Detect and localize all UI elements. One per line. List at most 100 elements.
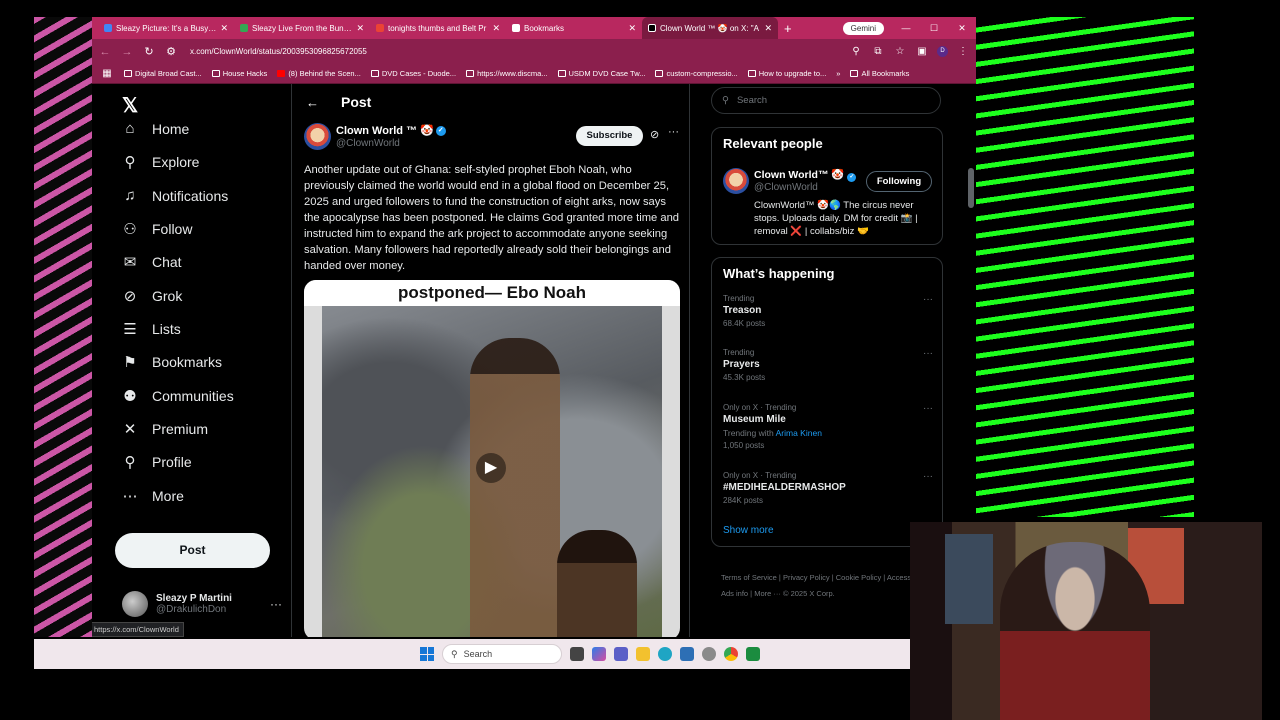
youtube-icon <box>277 70 286 77</box>
bookmark-item[interactable]: Digital Broad Cast... <box>124 69 202 78</box>
address-bar: ← → ↻ ⚙ x.com/ClownWorld/status/20039530… <box>92 39 976 64</box>
more-icon[interactable]: ··· <box>270 597 282 611</box>
store-icon[interactable] <box>680 647 694 661</box>
bookmark-item[interactable]: House Hacks <box>211 69 267 78</box>
zoom-icon[interactable]: ⚲ <box>849 46 863 57</box>
tweet-author-name[interactable]: Clown World ™ 🤡 ✓ <box>336 124 446 137</box>
subscribe-button[interactable]: Subscribe <box>576 126 643 146</box>
scrollbar[interactable] <box>968 168 974 208</box>
nav-item-notifications[interactable]: ♫ Notifications <box>122 187 228 204</box>
folder-icon <box>124 70 132 77</box>
close-tab-icon[interactable]: ✕ <box>492 23 500 34</box>
profile-avatar[interactable]: D <box>937 46 948 57</box>
search-input[interactable]: ⚲ Search <box>711 87 941 114</box>
close-tab-icon[interactable]: ✕ <box>356 23 364 34</box>
tweet-video[interactable]: postponed— Ebo Noah ▶ <box>304 280 680 637</box>
edge-icon[interactable] <box>658 647 672 661</box>
nav-item-more[interactable]: ⋯ More <box>122 487 184 505</box>
nav-item-communities[interactable]: ⚉ Communities <box>122 387 233 405</box>
avatar <box>122 591 148 617</box>
bookmark-item[interactable]: How to upgrade to... <box>747 69 826 78</box>
star-icon[interactable]: ☆ <box>893 46 907 57</box>
nav-item-home[interactable]: ⌂ Home <box>122 120 189 137</box>
avatar[interactable] <box>304 123 331 150</box>
nav-item-profile[interactable]: ⚲ Profile <box>122 453 192 471</box>
bookmark-item[interactable]: USDM DVD Case Tw... <box>557 69 645 78</box>
more-icon[interactable]: ··· <box>923 471 933 482</box>
trend-with-link[interactable]: Arima Kinen <box>776 428 822 438</box>
task-view-icon[interactable] <box>570 647 584 661</box>
nav-item-grok[interactable]: ⊘ Grok <box>122 287 183 305</box>
copilot-icon[interactable] <box>592 647 606 661</box>
nav-item-bookmarks[interactable]: ⚑ Bookmarks <box>122 353 222 371</box>
reload-icon[interactable]: ↻ <box>142 45 156 58</box>
close-tab-icon[interactable]: ✕ <box>764 23 772 34</box>
nav-item-explore[interactable]: ⚲ Explore <box>122 153 200 171</box>
file-explorer-icon[interactable] <box>636 647 650 661</box>
menu-icon[interactable]: ⋮ <box>956 46 970 57</box>
more-bookmarks-icon[interactable]: » <box>836 69 840 78</box>
nav-item-label: Grok <box>152 288 183 304</box>
new-tab-button[interactable]: + <box>784 21 792 36</box>
sidebar-icon[interactable]: ▣ <box>915 46 929 57</box>
url-field[interactable]: x.com/ClownWorld/status/2003953096825672… <box>186 47 841 56</box>
back-arrow-icon[interactable]: ← <box>306 95 319 110</box>
trend-item[interactable]: Trending Treason 68.4K posts ··· <box>723 294 933 328</box>
more-icon[interactable]: ··· <box>923 294 933 305</box>
browser-tab[interactable]: Sleazy Live From the Bunker ✕ <box>234 17 370 39</box>
windows-start-icon[interactable] <box>420 647 434 661</box>
person-name[interactable]: Clown World™ 🤡 ✓ <box>754 168 857 182</box>
all-bookmarks[interactable]: All Bookmarks <box>850 69 909 78</box>
nav-item-label: Lists <box>152 321 181 337</box>
maximize-icon[interactable]: ☐ <box>920 23 948 34</box>
nav-item-lists[interactable]: ☰ Lists <box>122 320 181 338</box>
account-switcher[interactable]: Sleazy P Martini @DrakulichDon ··· <box>122 591 282 617</box>
grok-icon[interactable]: ⊘ <box>650 128 659 141</box>
tweet-author-handle[interactable]: @ClownWorld <box>336 138 400 149</box>
play-icon[interactable]: ▶ <box>476 453 506 483</box>
browser-tab[interactable]: Sleazy Picture: It's a Busy Day ✕ <box>98 17 234 39</box>
webcam-person <box>1000 542 1150 720</box>
install-icon[interactable]: ⧉ <box>871 46 885 57</box>
person-handle[interactable]: @ClownWorld <box>754 182 818 193</box>
nav-item-premium[interactable]: ✕ Premium <box>122 420 208 438</box>
apps-icon[interactable]: ▦ <box>100 68 114 79</box>
settings-icon[interactable] <box>702 647 716 661</box>
gemini-button[interactable]: Gemini <box>842 21 884 35</box>
more-icon: ⋯ <box>122 488 138 505</box>
site-info-icon[interactable]: ⚙ <box>164 45 178 58</box>
trend-item[interactable]: Only on X · Trending #MEDIHEALDERMASHOP … <box>723 471 933 505</box>
more-icon[interactable]: ··· <box>923 403 933 414</box>
trend-item[interactable]: Only on X · Trending Museum Mile Trendin… <box>723 403 933 450</box>
bookmark-item[interactable]: DVD Cases - Duode... <box>370 69 456 78</box>
teams-icon[interactable] <box>614 647 628 661</box>
more-icon[interactable]: ··· <box>923 348 933 359</box>
x-logo-icon[interactable]: 𝕏 <box>122 93 138 118</box>
nav-item-follow[interactable]: ⚇ Follow <box>122 220 192 238</box>
browser-tab[interactable]: tonights thumbs and Belt Pr ✕ <box>370 17 506 39</box>
following-button[interactable]: Following <box>866 171 932 192</box>
more-icon[interactable]: ··· <box>668 126 679 138</box>
taskbar-search[interactable]: ⚲ Search <box>442 644 562 664</box>
avatar[interactable] <box>723 168 749 194</box>
show-more-link[interactable]: Show more <box>723 525 774 536</box>
bookmark-item[interactable]: (8) Behind the Scen... <box>277 69 361 78</box>
bookmark-item[interactable]: custom-compressio... <box>655 69 738 78</box>
close-window-icon[interactable]: ✕ <box>948 23 976 34</box>
minimize-icon[interactable]: — <box>892 23 920 33</box>
trend-item[interactable]: Trending Prayers 45.3K posts ··· <box>723 348 933 382</box>
browser-tab-active[interactable]: Clown World ™ 🤡 on X: "A ✕ <box>642 17 778 39</box>
close-tab-icon[interactable]: ✕ <box>220 23 228 34</box>
post-button[interactable]: Post <box>115 533 270 568</box>
close-tab-icon[interactable]: ✕ <box>628 23 636 34</box>
browser-tab[interactable]: Bookmarks ✕ <box>506 17 642 39</box>
bookmark-item[interactable]: https://www.discma... <box>466 69 548 78</box>
back-icon[interactable]: ← <box>98 46 112 58</box>
card-title: What’s happening <box>723 266 835 281</box>
forward-icon[interactable]: → <box>120 46 134 58</box>
page-title: Post <box>341 94 372 110</box>
chrome-icon[interactable] <box>724 647 738 661</box>
app-icon[interactable] <box>746 647 760 661</box>
nav-item-chat[interactable]: ✉ Chat <box>122 253 182 271</box>
footer-links[interactable]: Terms of Service | Privacy Policy | Cook… <box>721 570 936 602</box>
